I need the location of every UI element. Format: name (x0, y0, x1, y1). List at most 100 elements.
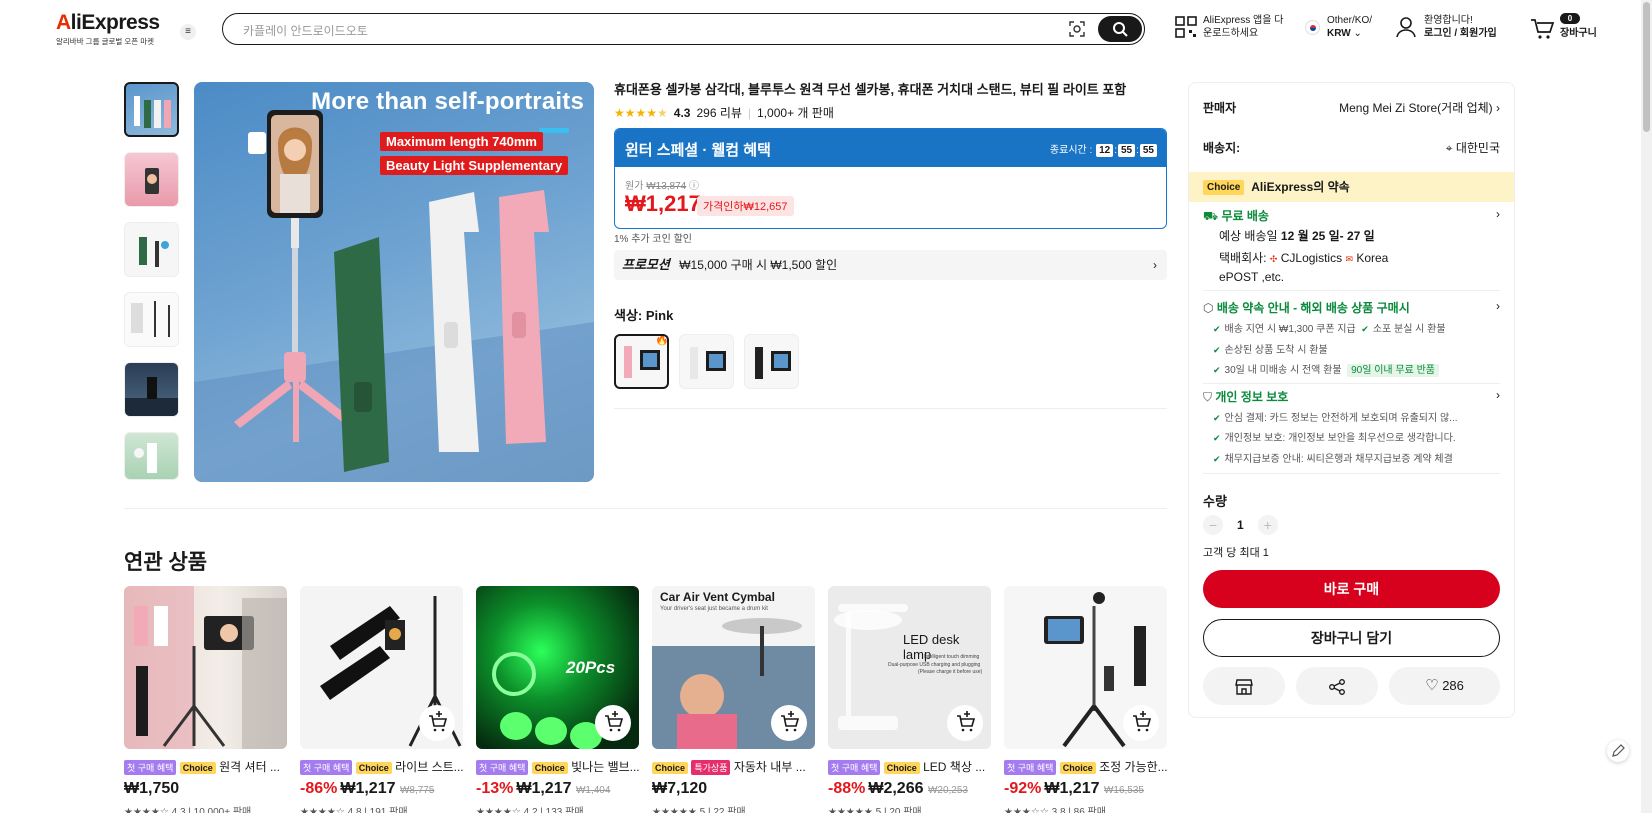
account-menu[interactable]: 환영합니다! 로그인 / 회원가입 (1396, 14, 1497, 40)
check-icon: ✔ (1361, 324, 1369, 334)
product-card-rating: ★★★★★ 5 | 22 판매 (652, 807, 746, 813)
review-count[interactable]: 296 리뷰 (696, 104, 741, 121)
cart-label: 장바구니 (1560, 28, 1597, 39)
card-image-subtext: Dual-purpose USB charging and plugging (888, 662, 981, 668)
thumbnail[interactable] (124, 222, 179, 277)
ship-to-row[interactable]: 배송지: ⌖ 대한민국 (1203, 139, 1500, 156)
thumbnail[interactable] (124, 292, 179, 347)
buy-now-button[interactable]: 바로 구매 (1203, 570, 1500, 608)
check-icon: ✔ (1213, 324, 1221, 334)
promise-row[interactable]: ⬡ 배송 약속 안내 - 해외 배송 상품 구매시 › (1203, 299, 1500, 316)
qty-limit: 고객 당 최대 1 (1203, 547, 1269, 559)
locale-selector[interactable]: Other/KO/ KRW ⌄ (1305, 14, 1372, 40)
login-link[interactable]: 로그인 / 회원가입 (1424, 28, 1497, 39)
welcome-text: 환영합니다! (1424, 15, 1473, 26)
product-card-image[interactable] (1004, 586, 1167, 749)
card-image-subtext: Intelligent touch dimming (924, 654, 980, 660)
search-input[interactable]: 카플레이 안드로이드오토 (243, 22, 368, 39)
app-download[interactable]: AliExpress 앱을 다 운로드하세요 (1175, 14, 1283, 40)
product-card-image[interactable]: 20Pcs (476, 586, 639, 749)
color-swatch-black[interactable] (744, 334, 799, 389)
scrollbar-thumb[interactable] (1643, 2, 1650, 132)
privacy-row[interactable]: ⛉ 개인 정보 보호 › (1203, 388, 1500, 405)
original-price: ₩20,253 (927, 785, 968, 796)
search-button[interactable] (1098, 16, 1142, 42)
add-to-cart-icon[interactable] (1123, 705, 1159, 741)
product-card-image[interactable]: LED desk lamp Intelligent touch dimming … (828, 586, 991, 749)
aliexpress-logo[interactable]: AliExpress 알리바바 그룹 글로벌 오픈 마켓 (56, 11, 160, 47)
color-swatch-pink[interactable]: 🔥 (614, 334, 669, 389)
product-card[interactable]: 20Pcs 첫 구매 혜택 Choice 빛나는 밸브... -13% ₩1,21… (476, 586, 639, 813)
choice-badge: Choice (652, 762, 689, 774)
cart-count-badge: 0 (1560, 13, 1580, 24)
product-card-name: 조정 가능한... (1099, 760, 1167, 774)
add-to-cart-icon[interactable] (947, 705, 983, 741)
qty-minus-button[interactable]: − (1203, 515, 1223, 535)
carrier-cj: CJLogistics (1280, 251, 1343, 265)
share-button[interactable] (1296, 667, 1378, 705)
product-card-image[interactable] (124, 586, 287, 749)
store-button[interactable] (1203, 667, 1285, 705)
choice-badge: Choice (179, 762, 216, 774)
promise-line: ✔ 손상된 상품 도착 시 환불 (1213, 341, 1500, 356)
cart-icon (1531, 19, 1554, 39)
related-title: 연관 상품 (124, 551, 208, 574)
thumbnail[interactable] (124, 362, 179, 417)
product-card[interactable]: LED desk lamp Intelligent touch dimming … (828, 586, 991, 813)
privacy-title: 개인 정보 보호 (1215, 390, 1289, 404)
seller-name[interactable]: Meng Mei Zi Store(거래 업체) (1339, 101, 1493, 115)
scrollbar[interactable] (1641, 0, 1652, 813)
product-card[interactable]: 첫 구매 혜택 Choice 원격 셔터 ... ₩1,750 ★★★★☆ 4.… (124, 586, 287, 813)
eta-value: 12 월 25 일- 27 일 (1280, 229, 1375, 243)
menu-icon[interactable]: ≡ (180, 24, 196, 40)
discount-percent: -92% (1004, 780, 1042, 797)
add-to-cart-button[interactable]: 장바구니 담기 (1203, 619, 1500, 657)
chevron-right-icon: › (1496, 207, 1500, 221)
timer-seconds: 55 (1139, 144, 1157, 157)
product-card-image[interactable]: Car Air Vent Cymbal Your driver's seat j… (652, 586, 815, 749)
product-card-rating: ★★★★★ 5 | 20 판매 (828, 807, 922, 813)
qty-plus-button[interactable]: + (1257, 515, 1278, 535)
thumbnail[interactable] (124, 82, 179, 137)
search-bar[interactable]: 카플레이 안드로이드오토 (222, 13, 1145, 45)
promotion-row[interactable]: 프로모션 ₩15,000 구매 시 ₩1,500 할인 › (614, 250, 1167, 280)
privacy-line: ✔ 개인정보 보호: 개인정보 보안을 최우선으로 생각합니다. (1213, 429, 1500, 444)
coin-discount: 1% 추가 코인 할인 (614, 234, 692, 245)
privacy-2: 개인정보 보호: 개인정보 보안을 최우선으로 생각합니다. (1224, 433, 1456, 444)
original-price: ₩8,775 (399, 785, 435, 796)
color-swatch-white[interactable] (679, 334, 734, 389)
original-price: ₩16,535 (1103, 785, 1144, 796)
deal-title: 윈터 스페셜 · 웰컴 혜택 (625, 142, 771, 159)
price: ₩1,750 (124, 780, 180, 797)
divider (1203, 473, 1500, 474)
card-image-text: 20Pcs (566, 658, 616, 677)
edit-icon[interactable] (1607, 740, 1629, 762)
product-card-title: 첫 구매 혜택 Choice 빛나는 밸브... (476, 758, 639, 775)
logo-subtitle: 알리바바 그룹 글로벌 오픈 마켓 (56, 37, 155, 46)
product-card[interactable]: Car Air Vent Cymbal Your driver's seat j… (652, 586, 815, 813)
product-card-price: -92% ₩1,217 ₩16,535 (1004, 780, 1167, 798)
thumbnail[interactable] (124, 152, 179, 207)
add-to-cart-icon[interactable] (771, 705, 807, 741)
free-shipping-label: 무료 배송 (1221, 209, 1269, 223)
choice-badge: Choice (355, 762, 392, 774)
thumbnail[interactable] (124, 432, 179, 480)
qty-value[interactable]: 1 (1237, 518, 1244, 532)
product-card-image[interactable] (300, 586, 463, 749)
add-to-cart-icon[interactable] (419, 705, 455, 741)
seller-row[interactable]: 판매자 Meng Mei Zi Store(거래 업체) › (1203, 99, 1500, 116)
card-image-subtext: (Please charge it before use) (918, 669, 983, 675)
product-card[interactable]: 첫 구매 혜택 Choice 조정 가능한... -92% ₩1,217 ₩16,… (1004, 586, 1167, 813)
image-search-icon[interactable] (1068, 20, 1086, 38)
product-card[interactable]: 첫 구매 혜택 Choice 라이브 스트... -86% ₩1,217 ₩8,7… (300, 586, 463, 813)
free-shipping-row[interactable]: ⛟ 무료 배송 › (1203, 207, 1500, 225)
user-icon (1396, 17, 1416, 38)
timer-hours: 12 (1096, 144, 1114, 157)
main-product-image[interactable]: More than self-portraits Maximum length … (194, 82, 594, 482)
timer-minutes: 55 (1117, 144, 1136, 157)
ship-to-country: 대한민국 (1455, 141, 1500, 155)
promise-title: 배송 약속 안내 - 해외 배송 상품 구매시 (1216, 301, 1410, 315)
add-to-cart-icon[interactable] (595, 705, 631, 741)
card-image-text: Car Air Vent Cymbal (660, 590, 775, 604)
wishlist-button[interactable]: ♡ 286 (1389, 667, 1500, 705)
